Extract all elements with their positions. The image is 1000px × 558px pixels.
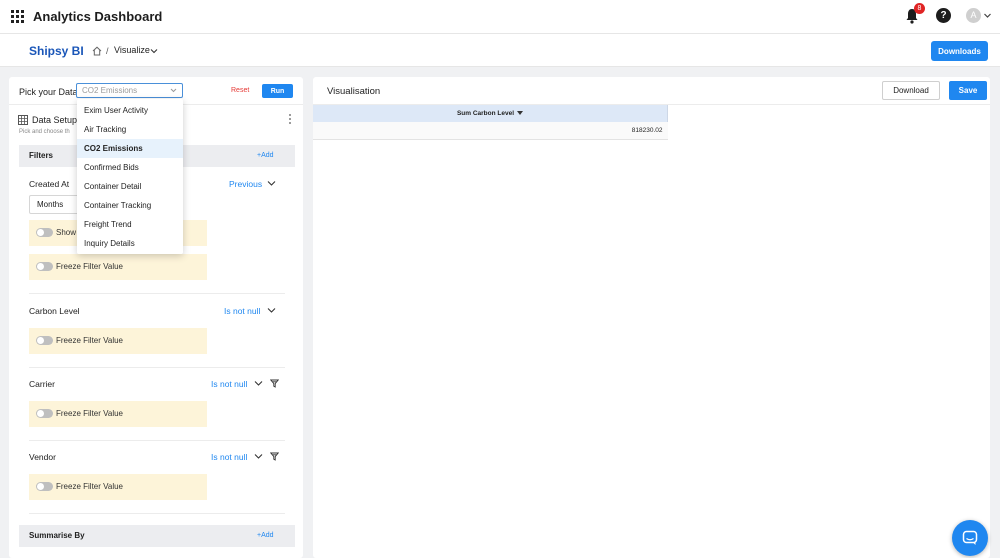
sort-caret-icon[interactable] (517, 111, 524, 116)
freeze-filter-label: Freeze Filter Value (56, 262, 123, 271)
freeze-filter-label: Freeze Filter Value (56, 482, 123, 491)
summarise-section-header: Summarise By +Add (19, 525, 295, 547)
run-button[interactable]: Run (262, 84, 293, 98)
freeze-filter-row: Freeze Filter Value (29, 254, 207, 280)
chevron-down-icon[interactable] (267, 179, 276, 188)
filter-label-vendor: Vendor (29, 452, 56, 462)
freeze-filter-row: Freeze Filter Value (29, 328, 207, 354)
download-button[interactable]: Download (882, 81, 940, 100)
divider (29, 440, 285, 441)
show-toggle[interactable] (36, 228, 53, 237)
filter-label-carrier: Carrier (29, 379, 55, 389)
chevron-down-icon[interactable] (254, 452, 263, 461)
dropdown-option[interactable]: Container Tracking (77, 196, 183, 215)
filter-condition-carbon-level[interactable]: Is not null (224, 306, 260, 316)
freeze-filter-row: Freeze Filter Value (29, 474, 207, 500)
visualisation-panel: Visualisation Download Save Sum Carbon L… (313, 77, 990, 558)
filter-condition-created-at[interactable]: Previous (229, 179, 262, 189)
filter-condition-carrier[interactable]: Is not null (211, 379, 247, 389)
dropdown-option[interactable]: Confirmed Bids (77, 158, 183, 177)
freeze-filter-toggle[interactable] (36, 262, 53, 271)
downloads-button[interactable]: Downloads (931, 41, 988, 61)
freeze-filter-label: Freeze Filter Value (56, 409, 123, 418)
top-bar: Analytics Dashboard 8 ? A (0, 0, 1000, 34)
divider (29, 513, 285, 514)
brand-logo-text[interactable]: Shipsy BI (29, 44, 84, 58)
period-unit-select[interactable]: Months (29, 195, 83, 214)
breadcrumb-current[interactable]: Visualize (114, 45, 150, 55)
filter-funnel-icon[interactable] (270, 379, 279, 388)
app-title: Analytics Dashboard (33, 9, 163, 24)
table-row: 818230.02 (313, 122, 668, 140)
dropdown-option[interactable]: Freight Trend (77, 215, 183, 234)
dataset-select-value: CO2 Emissions (82, 86, 138, 95)
divider (29, 367, 285, 368)
dropdown-option[interactable]: Container Detail (77, 177, 183, 196)
dropdown-option-selected[interactable]: CO2 Emissions (77, 139, 183, 158)
reset-button[interactable]: Reset (231, 87, 249, 94)
dropdown-option[interactable]: Air Tracking (77, 120, 183, 139)
table-cell: 818230.02 (313, 122, 668, 140)
chat-icon (962, 530, 978, 545)
chat-launcher-button[interactable] (952, 520, 988, 556)
freeze-filter-label: Freeze Filter Value (56, 336, 123, 345)
filter-funnel-icon[interactable] (270, 452, 279, 461)
show-toggle-label: Show (56, 228, 77, 237)
chevron-down-icon[interactable] (150, 47, 158, 55)
chevron-down-icon[interactable] (983, 11, 992, 20)
dropdown-option[interactable]: Exim User Activity (77, 101, 183, 120)
freeze-filter-toggle[interactable] (36, 409, 53, 418)
summarise-title: Summarise By (29, 531, 85, 540)
more-vertical-icon[interactable] (287, 113, 293, 125)
column-header-label: Sum Carbon Level (456, 110, 515, 117)
breadcrumb-separator: / (106, 46, 109, 56)
chevron-down-icon (170, 88, 177, 93)
filter-label-created-at: Created At (29, 179, 70, 189)
filter-label-carbon-level: Carbon Level (29, 306, 80, 316)
freeze-filter-toggle[interactable] (36, 482, 53, 491)
column-header[interactable]: Sum Carbon Level (313, 105, 668, 122)
add-summarise-button[interactable]: +Add (257, 532, 274, 539)
dataset-select[interactable]: CO2 Emissions (76, 83, 183, 98)
help-icon[interactable]: ? (936, 8, 951, 23)
dropdown-option[interactable]: Inquiry Details (77, 234, 183, 253)
filter-condition-vendor[interactable]: Is not null (211, 452, 247, 462)
add-filter-button[interactable]: +Add (257, 152, 274, 159)
home-icon[interactable] (92, 46, 102, 56)
data-setup-subtitle: Pick and choose th (19, 129, 70, 135)
pick-data-label: Pick your Data (19, 87, 78, 97)
visualisation-title: Visualisation (327, 86, 381, 97)
apps-grid-icon[interactable] (11, 10, 24, 23)
sub-bar: Shipsy BI / Visualize Downloads (0, 34, 1000, 67)
table-icon (18, 115, 28, 125)
avatar[interactable]: A (966, 8, 981, 23)
chevron-down-icon[interactable] (267, 306, 276, 315)
freeze-filter-toggle[interactable] (36, 336, 53, 345)
filters-title: Filters (29, 151, 54, 160)
chevron-down-icon[interactable] (254, 379, 263, 388)
result-table: Sum Carbon Level 818230.02 (313, 105, 668, 140)
visualisation-header: Visualisation Download Save (313, 77, 990, 105)
dataset-dropdown-menu: Exim User Activity Air Tracking CO2 Emis… (77, 99, 183, 254)
data-setup-title: Data Setup (32, 115, 78, 125)
freeze-filter-row: Freeze Filter Value (29, 401, 207, 427)
save-button[interactable]: Save (949, 81, 987, 100)
notification-badge: 8 (914, 3, 925, 14)
divider (29, 293, 285, 294)
